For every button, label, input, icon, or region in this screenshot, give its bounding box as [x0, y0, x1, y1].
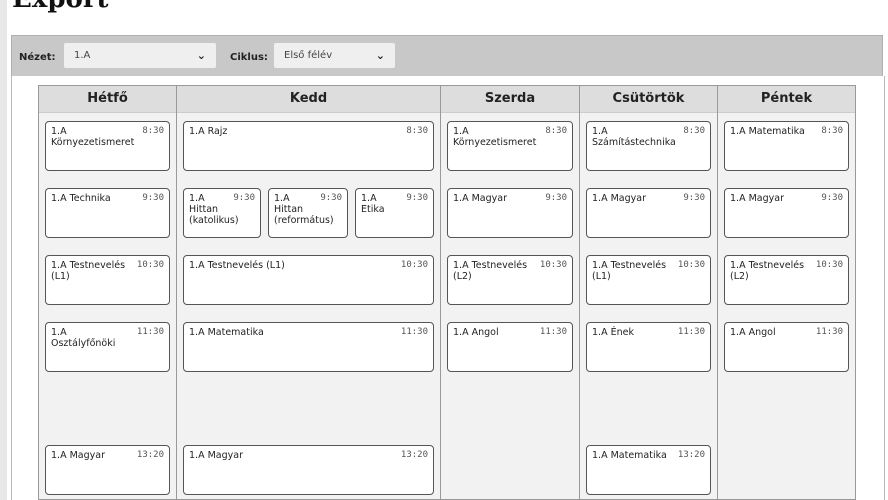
lesson-time: 10:30: [815, 260, 843, 270]
lesson-time: 10:30: [400, 260, 428, 270]
lesson-card[interactable]: 1.A Testnevelés (L1) 10:30: [183, 255, 434, 305]
lesson-card[interactable]: 1.A Testnevelés (L2) 10:30: [447, 255, 573, 305]
view-select[interactable]: 1.A ⌄: [64, 43, 216, 68]
lesson-card[interactable]: 1.A Hittan (katolikus) 9:30: [183, 188, 261, 238]
lesson-card[interactable]: 1.A Környezetismeret 8:30: [447, 121, 573, 171]
lesson-card[interactable]: 1.A Magyar 13:20: [45, 445, 170, 495]
lesson-card[interactable]: 1.A Technika 9:30: [45, 188, 170, 238]
lesson-time: 10:30: [539, 260, 567, 270]
lesson-card[interactable]: 1.A Környezetismeret 8:30: [45, 121, 170, 171]
lesson-card[interactable]: 1.A Testnevelés (L1) 10:30: [45, 255, 170, 305]
lesson-time: 11:30: [677, 327, 705, 337]
day-header: Kedd: [177, 86, 440, 113]
lesson-time: 9:30: [320, 193, 342, 203]
lesson-card[interactable]: 1.A Magyar 9:30: [586, 188, 711, 238]
lesson-title: 1.A Rajz: [189, 126, 228, 137]
cycle-label: Ciklus:: [230, 52, 268, 63]
lesson-card[interactable]: 1.A Angol 11:30: [724, 322, 849, 372]
lesson-time: 11:30: [136, 327, 164, 337]
lesson-title: 1.A Testnevelés (L1): [189, 260, 285, 271]
lesson-title: 1.A Matematika: [189, 327, 264, 338]
lesson-card[interactable]: 1.A Angol 11:30: [447, 322, 573, 372]
lesson-time: 9:30: [545, 193, 567, 203]
lesson-card[interactable]: 1.A Testnevelés (L2) 10:30: [724, 255, 849, 305]
lesson-card[interactable]: 1.A Testnevelés (L1) 10:30: [586, 255, 711, 305]
lesson-time: 8:30: [683, 126, 705, 136]
lesson-card[interactable]: 1.A Matematika 8:30: [724, 121, 849, 171]
lesson-card[interactable]: 1.A Rajz 8:30: [183, 121, 434, 171]
lesson-time: 11:30: [815, 327, 843, 337]
lesson-time: 9:30: [406, 193, 428, 203]
left-edge: [0, 0, 7, 500]
lesson-time: 9:30: [683, 193, 705, 203]
lesson-card[interactable]: 1.A Matematika 13:20: [586, 445, 711, 495]
day-header: Szerda: [441, 86, 579, 113]
lesson-time: 9:30: [821, 193, 843, 203]
lesson-card[interactable]: 1.A Számítástechnika 8:30: [586, 121, 711, 171]
lesson-time: 13:20: [677, 450, 705, 460]
day-header: Hétfő: [39, 86, 176, 113]
day-header: Csütörtök: [580, 86, 717, 113]
lesson-card[interactable]: 1.A Matematika 11:30: [183, 322, 434, 372]
lesson-time: 9:30: [233, 193, 255, 203]
chevron-down-icon: ⌄: [375, 49, 385, 62]
cycle-value: Első félév: [284, 50, 333, 61]
lesson-card[interactable]: 1.A Magyar 9:30: [447, 188, 573, 238]
lesson-time: 8:30: [142, 126, 164, 136]
day-header: Péntek: [718, 86, 855, 113]
lesson-time: 8:30: [821, 126, 843, 136]
lesson-card[interactable]: 1.A Magyar 9:30: [724, 188, 849, 238]
view-label: Nézet:: [19, 52, 56, 63]
lesson-card[interactable]: 1.A Hittan (református) 9:30: [268, 188, 348, 238]
lesson-time: 13:20: [136, 450, 164, 460]
lesson-time: 11:30: [539, 327, 567, 337]
lesson-time: 9:30: [142, 193, 164, 203]
lesson-time: 11:30: [400, 327, 428, 337]
lesson-card[interactable]: 1.A Osztályfőnöki 11:30: [45, 322, 170, 372]
lesson-card[interactable]: 1.A Etika 9:30: [355, 188, 434, 238]
lesson-title: 1.A Magyar: [189, 450, 243, 461]
chevron-down-icon: ⌄: [196, 49, 206, 62]
lesson-time: 8:30: [545, 126, 567, 136]
lesson-time: 8:30: [406, 126, 428, 136]
page-title: Export: [12, 0, 109, 14]
lesson-time: 10:30: [677, 260, 705, 270]
lesson-time: 10:30: [136, 260, 164, 270]
filter-toolbar: Nézet: 1.A ⌄ Ciklus: Első félév ⌄: [11, 35, 883, 77]
cycle-select[interactable]: Első félév ⌄: [274, 43, 395, 68]
view-value: 1.A: [74, 50, 91, 61]
lesson-card[interactable]: 1.A Ének 11:30: [586, 322, 711, 372]
lesson-time: 13:20: [400, 450, 428, 460]
lesson-card[interactable]: 1.A Magyar 13:20: [183, 445, 434, 495]
